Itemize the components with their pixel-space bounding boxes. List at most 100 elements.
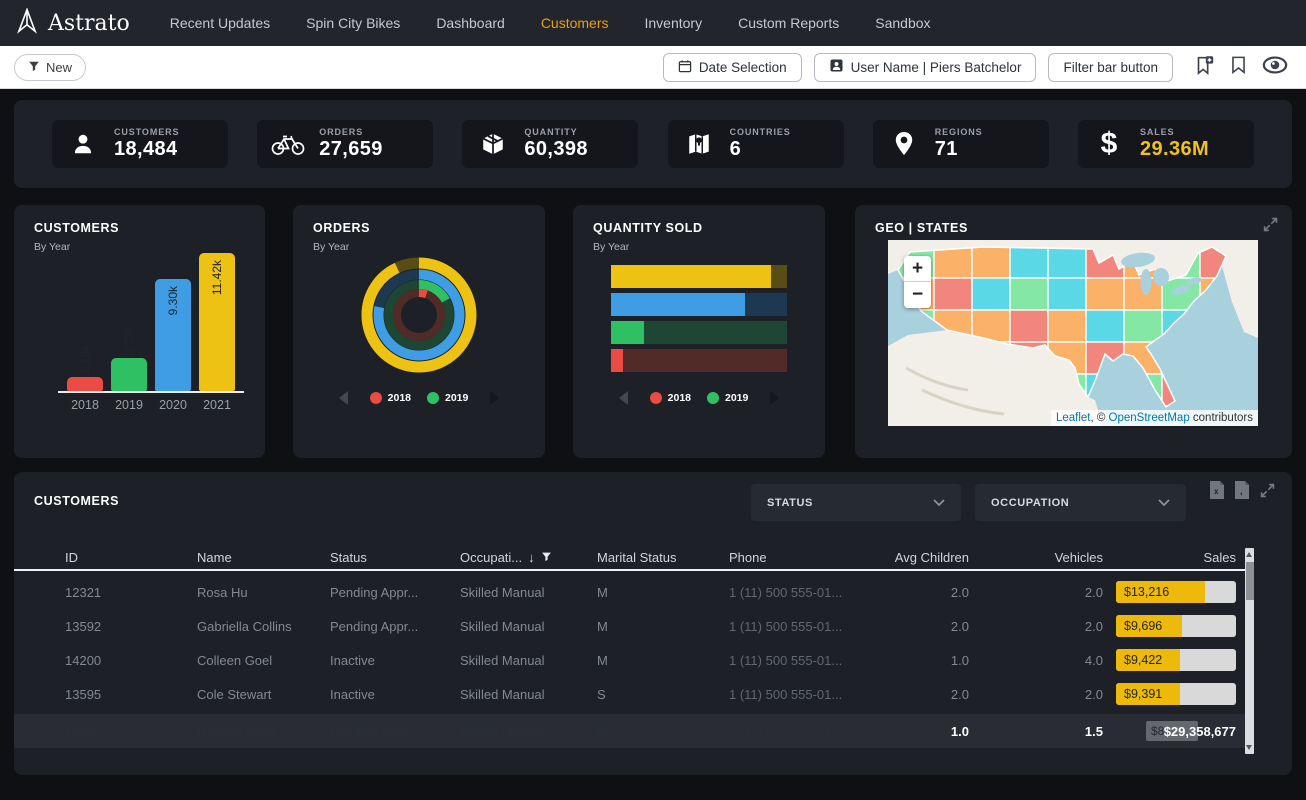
- nav-item-custom-reports[interactable]: Custom Reports: [720, 0, 857, 46]
- col-header-marital-status[interactable]: Marital Status: [597, 550, 729, 565]
- export-doc-icon[interactable]: ,: [1234, 481, 1250, 504]
- brand[interactable]: Astrato: [0, 8, 152, 39]
- kpi-sales[interactable]: $ SALES 29.36M: [1078, 120, 1254, 168]
- user-badge-icon: [829, 58, 844, 76]
- table-row[interactable]: 13595Cole Stewart InactiveSkilled Manual…: [14, 677, 1254, 711]
- table-totals-row: 1.0 1.5 $8$29,358,677: [14, 714, 1254, 748]
- kpi-quantity[interactable]: QUANTITY 60,398: [462, 120, 638, 168]
- leaflet-map[interactable]: + − Leaflet, © OpenStreetMap contributor…: [888, 240, 1258, 426]
- calendar-icon: [678, 59, 692, 76]
- svg-text:,: ,: [1240, 486, 1243, 496]
- kpi-label: CUSTOMERS: [114, 127, 179, 137]
- legend-item-2018[interactable]: 2018: [370, 392, 411, 404]
- bar-2020[interactable]: 9.30k: [155, 279, 191, 391]
- legend-item-2019[interactable]: 2019: [707, 392, 748, 404]
- bar-2018[interactable]: 1.19k: [67, 345, 103, 391]
- chevron-down-icon: [1158, 499, 1170, 506]
- bar-chart[interactable]: 1.19k2.73k9.30k11.42k: [58, 253, 244, 393]
- x-tick-label: 2019: [111, 398, 147, 412]
- horizontal-bar-chart[interactable]: [611, 265, 787, 377]
- table-row[interactable]: 13592Gabriella Collins Pending Appr...Sk…: [14, 609, 1254, 643]
- bookmark-add-icon[interactable]: [1193, 54, 1215, 81]
- attrib-rest: contributors: [1190, 412, 1253, 424]
- customers-chart-panel: CUSTOMERS By Year 1.19k2.73k9.30k11.42k …: [14, 205, 265, 458]
- table-row[interactable]: 14200Colleen Goel InactiveSkilled Manual…: [14, 643, 1254, 677]
- legend-prev-arrow-icon[interactable]: [619, 391, 628, 405]
- bookmark-icon[interactable]: [1229, 54, 1248, 80]
- status-filter-dropdown[interactable]: STATUS: [751, 484, 961, 521]
- chart-title: CUSTOMERS: [34, 221, 119, 235]
- legend-dot: [370, 392, 382, 404]
- filter-bar-label: Filter bar button: [1063, 60, 1158, 75]
- osm-link[interactable]: OpenStreetMap: [1109, 412, 1190, 424]
- legend-prev-arrow-icon[interactable]: [339, 391, 348, 405]
- bicycle-icon: [271, 131, 305, 157]
- table-row[interactable]: 12321Rosa Hu Pending Appr...Skilled Manu…: [14, 575, 1254, 609]
- col-header-id[interactable]: ID: [65, 550, 197, 565]
- col-header-vehicles[interactable]: Vehicles: [969, 550, 1103, 565]
- x-tick-label: 2020: [155, 398, 191, 412]
- eye-icon[interactable]: [1262, 56, 1288, 79]
- svg-text:x: x: [1214, 487, 1219, 496]
- legend-item-2019[interactable]: 2019: [427, 392, 468, 404]
- kpi-label: COUNTRIES: [730, 127, 791, 137]
- kpi-countries[interactable]: COUNTRIES 6: [668, 120, 844, 168]
- scroll-down-icon[interactable]: [1246, 745, 1252, 750]
- scrollbar-thumb[interactable]: [1246, 562, 1254, 600]
- panel-title: GEO | STATES: [875, 221, 968, 235]
- donut-chart[interactable]: [358, 254, 480, 376]
- sales-bar: $9,696: [1116, 615, 1236, 637]
- nav-item-inventory[interactable]: Inventory: [627, 0, 721, 46]
- new-filter-button[interactable]: New: [14, 54, 86, 81]
- bar-2021[interactable]: 11.42k: [199, 253, 235, 391]
- kpi-regions[interactable]: REGIONS 71: [873, 120, 1049, 168]
- export-excel-icon[interactable]: x: [1209, 481, 1225, 504]
- nav-item-dashboard[interactable]: Dashboard: [418, 0, 523, 46]
- box-icon: [476, 131, 510, 157]
- col-header-phone[interactable]: Phone: [729, 550, 844, 565]
- occupation-filter-dropdown[interactable]: OCCUPATION: [975, 484, 1186, 521]
- expand-icon[interactable]: [1262, 216, 1279, 238]
- legend-next-arrow-icon[interactable]: [770, 391, 779, 405]
- orders-chart-panel: ORDERS By Year 2018 2019: [293, 205, 545, 458]
- customers-table-panel: CUSTOMERS STATUS OCCUPATION x , ID Name …: [14, 472, 1292, 775]
- us-states-map: [888, 240, 1258, 426]
- zoom-in-button[interactable]: +: [904, 256, 931, 282]
- kpi-value: 71: [935, 138, 983, 161]
- expand-icon[interactable]: [1259, 482, 1276, 504]
- nav-item-recent-updates[interactable]: Recent Updates: [152, 0, 288, 46]
- leaflet-link[interactable]: Leaflet: [1056, 412, 1091, 424]
- zoom-out-button[interactable]: −: [904, 282, 931, 308]
- nav-item-sandbox[interactable]: Sandbox: [857, 0, 948, 46]
- hbar-2018[interactable]: [611, 349, 787, 372]
- scroll-up-icon[interactable]: [1246, 552, 1252, 557]
- filter-funnel-icon[interactable]: [541, 550, 552, 565]
- hbar-2019[interactable]: [611, 321, 787, 344]
- legend-dot: [427, 392, 439, 404]
- legend-next-arrow-icon[interactable]: [490, 391, 499, 405]
- x-axis-ticks: 2018201920202021: [58, 398, 244, 412]
- brand-name: Astrato: [48, 11, 130, 36]
- col-header-sales[interactable]: Sales: [1103, 550, 1236, 565]
- date-selection-button[interactable]: Date Selection: [663, 53, 802, 82]
- nav-item-customers[interactable]: Customers: [523, 0, 627, 46]
- col-header-avg-children[interactable]: Avg Children: [844, 550, 969, 565]
- chart-title: ORDERS: [313, 221, 370, 235]
- map-attribution: Leaflet, © OpenStreetMap contributors: [1051, 410, 1258, 426]
- col-header-occupation[interactable]: Occupati... ↓: [460, 550, 597, 565]
- bar-2019[interactable]: 2.73k: [111, 326, 147, 391]
- legend-label: 2018: [388, 392, 411, 404]
- hbar-2021[interactable]: [611, 265, 787, 288]
- filter-bar-button[interactable]: Filter bar button: [1048, 53, 1173, 82]
- col-header-name[interactable]: Name: [197, 550, 330, 565]
- nav-item-spin-city-bikes[interactable]: Spin City Bikes: [288, 0, 418, 46]
- user-name-button[interactable]: User Name | Piers Batchelor: [814, 53, 1037, 82]
- vertical-scrollbar[interactable]: [1245, 548, 1254, 754]
- top-nav: Astrato Recent Updates Spin City Bikes D…: [0, 0, 1306, 46]
- legend-item-2018[interactable]: 2018: [650, 392, 691, 404]
- hbar-2020[interactable]: [611, 293, 787, 316]
- sort-desc-icon[interactable]: ↓: [528, 550, 535, 565]
- kpi-orders[interactable]: ORDERS 27,659: [257, 120, 433, 168]
- kpi-customers[interactable]: CUSTOMERS 18,484: [52, 120, 228, 168]
- col-header-status[interactable]: Status: [330, 550, 460, 565]
